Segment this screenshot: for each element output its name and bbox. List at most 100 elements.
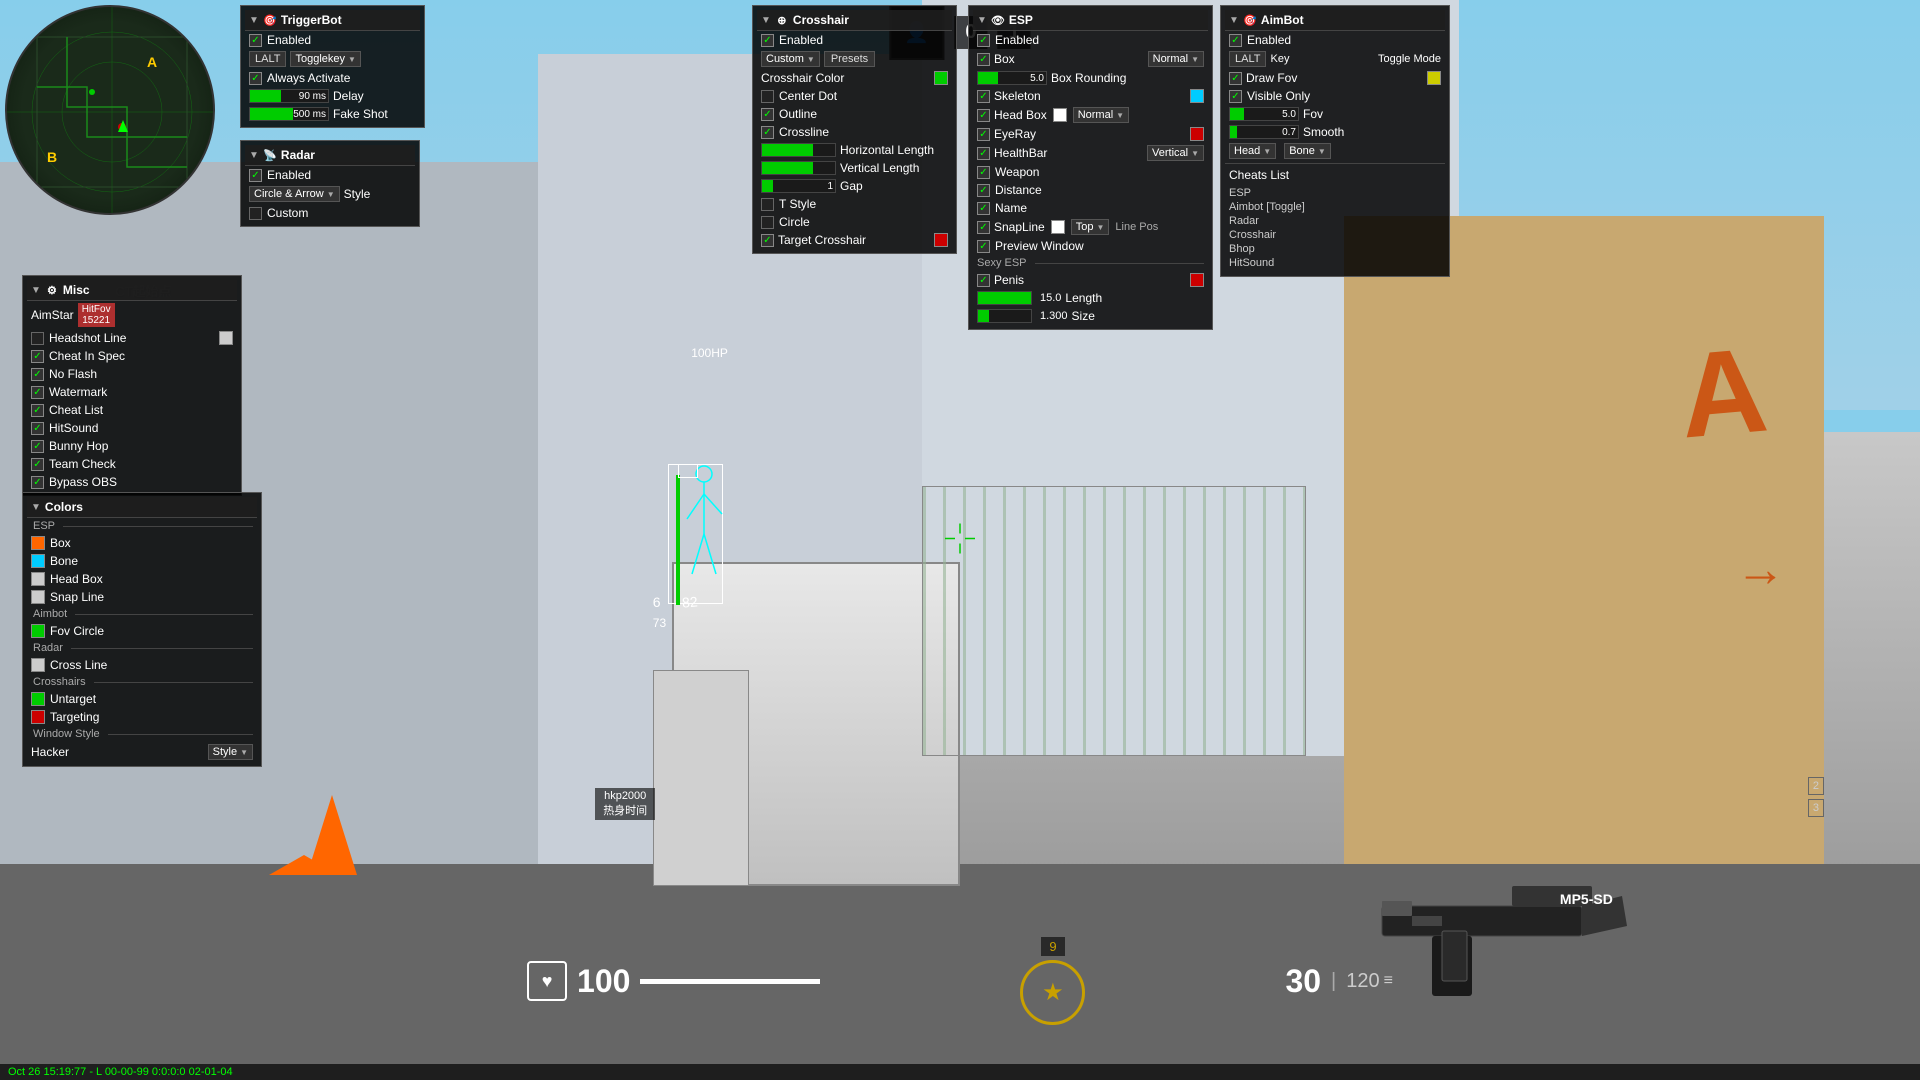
radar-panel-header[interactable]: ▼ 📡 Radar [245,145,415,166]
triggerbot-enabled-cb[interactable] [249,34,262,47]
esp-box-cb[interactable] [977,53,990,66]
aimbot-enabled-cb[interactable] [1229,34,1242,47]
esp-enabled-cb[interactable] [977,34,990,47]
bypass-obs-row: Bypass OBS [27,473,237,491]
no-flash-label: No Flash [49,367,97,381]
esp-headbox-color[interactable] [1053,108,1067,122]
crosshair-color-row: Crosshair Color [757,69,952,87]
esp-eyeray-cb[interactable] [977,128,990,141]
vertical-length-slider[interactable] [761,161,836,175]
collapse-icon: ▼ [249,15,259,26]
fake-shot-value: 500 ms [293,109,326,120]
crosshair-enabled-cb[interactable] [761,34,774,47]
aimbot-bone-dropdown[interactable]: Bone [1284,143,1331,159]
colors-box-swatch[interactable] [31,536,45,550]
esp-title: ESP [1009,13,1033,27]
esp-penis-color[interactable] [1190,273,1204,287]
aimbot-visible-only-cb[interactable] [1229,90,1242,103]
bunny-hop-cb[interactable] [31,440,44,453]
bypass-obs-cb[interactable] [31,476,44,489]
center-dot-cb[interactable] [761,90,774,103]
aimbot-fov-slider[interactable]: 5.0 [1229,107,1299,121]
esp-healthbar-style-dropdown[interactable]: Vertical [1147,145,1204,161]
aimbot-header[interactable]: ▼ 🎯 AimBot [1225,10,1445,31]
no-flash-cb[interactable] [31,368,44,381]
delay-row: 90 ms Delay [245,87,420,105]
hitsound-label: HitSound [49,421,98,435]
colors-targeting-swatch[interactable] [31,710,45,724]
colors-headbox-swatch[interactable] [31,572,45,586]
aimbot-smooth-slider[interactable]: 0.7 [1229,125,1299,139]
aimbot-draw-fov-color[interactable] [1427,71,1441,85]
colors-untarget-swatch[interactable] [31,692,45,706]
triggerbot-header[interactable]: ▼ 🎯 TriggerBot [245,10,420,31]
esp-header[interactable]: ▼ 👁 ESP [973,10,1208,31]
cheat-item-esp[interactable]: ESP [1229,186,1441,200]
cheat-list-cb[interactable] [31,404,44,417]
misc-header[interactable]: ▼ ⚙ Misc [27,280,237,301]
secondary-weapon: 2 3 [1808,777,1824,821]
cheat-item-radar[interactable]: Radar [1229,214,1441,228]
outline-cb[interactable] [761,108,774,121]
crosshair-enabled-label: Enabled [779,33,823,47]
crossline-cb[interactable] [761,126,774,139]
always-activate-cb[interactable] [249,72,262,85]
colors-style-dropdown[interactable]: Style [208,744,253,760]
cheat-item-bhop[interactable]: Bhop [1229,242,1441,256]
t-style-cb[interactable] [761,198,774,211]
esp-snapline-pos-dropdown[interactable]: Top [1071,219,1110,235]
radar-style-dropdown[interactable]: Circle & Arrow [249,186,340,202]
radar-enabled-cb[interactable] [249,169,262,182]
colors-fov-circle-swatch[interactable] [31,624,45,638]
aimbot-head-dropdown[interactable]: Head [1229,143,1276,159]
esp-headbox-style-dropdown[interactable]: Normal [1073,107,1129,123]
crosshair-color-swatch[interactable] [934,71,948,85]
esp-weapon-cb[interactable] [977,166,990,179]
colors-snapline-swatch[interactable] [31,590,45,604]
colors-crossline-swatch[interactable] [31,658,45,672]
colors-bone-swatch[interactable] [31,554,45,568]
esp-distance-cb[interactable] [977,184,990,197]
cheat-item-aimbot[interactable]: Aimbot [Toggle] [1229,200,1441,214]
esp-preview-window-cb[interactable] [977,240,990,253]
crosshair-custom-dropdown[interactable]: Custom [761,51,820,67]
delay-slider[interactable]: 90 ms [249,89,329,103]
crosshair-presets-btn[interactable]: Presets [824,51,875,67]
cheat-item-hitsound[interactable]: HitSound [1229,256,1441,270]
cheat-item-crosshair[interactable]: Crosshair [1229,228,1441,242]
esp-weapon-row: Weapon [973,163,1208,181]
box-rounding-slider[interactable]: 5.0 [977,71,1047,85]
headshot-line-color[interactable] [219,331,233,345]
gap-slider[interactable]: 1 [761,179,836,193]
esp-eyeray-color[interactable] [1190,127,1204,141]
esp-penis-cb[interactable] [977,274,990,287]
aimbot-draw-fov-cb[interactable] [1229,72,1242,85]
delay-value: 90 ms [299,91,326,102]
esp-length-slider[interactable] [977,291,1032,305]
target-crosshair-cb[interactable] [761,234,774,247]
triggerbot-key[interactable]: LALT [249,51,286,67]
watermark-cb[interactable] [31,386,44,399]
circle-cb[interactable] [761,216,774,229]
triggerbot-togglekey-dropdown[interactable]: Togglekey [290,51,360,67]
cheat-in-spec-cb[interactable] [31,350,44,363]
esp-snapline-color[interactable] [1051,220,1065,234]
esp-size-slider[interactable] [977,309,1032,323]
horizontal-length-slider[interactable] [761,143,836,157]
crosshair-header[interactable]: ▼ ⊕ Crosshair [757,10,952,31]
esp-headbox-cb[interactable] [977,109,990,122]
team-check-cb[interactable] [31,458,44,471]
esp-name-cb[interactable] [977,202,990,215]
esp-healthbar-cb[interactable] [977,147,990,160]
colors-header[interactable]: ▼ Colors [27,497,257,518]
radar-custom-cb[interactable] [249,207,262,220]
esp-skeleton-cb[interactable] [977,90,990,103]
target-crosshair-color[interactable] [934,233,948,247]
aimbot-key[interactable]: LALT [1229,51,1266,67]
esp-snapline-cb[interactable] [977,221,990,234]
hitsound-cb[interactable] [31,422,44,435]
headshot-line-cb[interactable] [31,332,44,345]
esp-box-style-dropdown[interactable]: Normal [1148,51,1204,67]
esp-skeleton-color[interactable] [1190,89,1204,103]
fake-shot-slider[interactable]: 500 ms [249,107,329,121]
